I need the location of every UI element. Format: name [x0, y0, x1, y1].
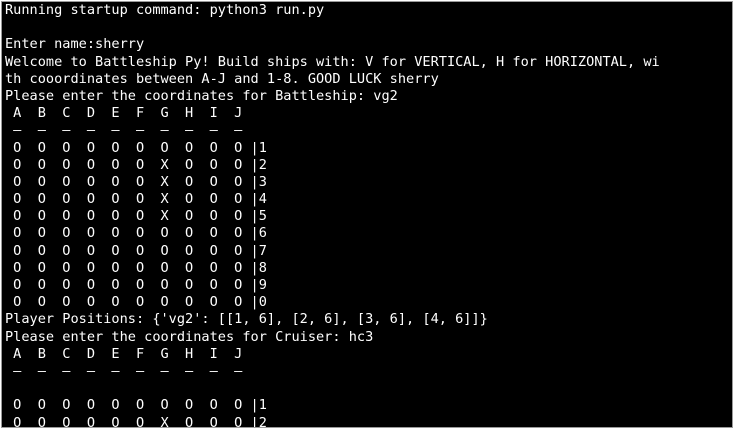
terminal-window[interactable]: Running startup command: python3 run.py E… — [1, 1, 733, 428]
name-prompt-line: Enter name:sherry — [5, 36, 145, 53]
player-positions-line: Player Positions: {'vg2': [[1, 6], [2, 6… — [5, 311, 488, 328]
cruiser-prompt-line: Please enter the coordinates for Cruiser… — [5, 328, 374, 345]
board-2-header-rule: — — — — — — — — — — — [5, 362, 243, 379]
board-2-column-header: A B C D E F G H I J — [5, 345, 243, 362]
board-1-row: O O O O O O O O O O |6 — [5, 225, 267, 242]
board-1-row: O O O O O O X O O O |4 — [5, 191, 267, 208]
board-2-row: O O O O O O X O O O |2 — [5, 414, 267, 428]
board-1-row: O O O O O O X O O O |3 — [5, 173, 267, 190]
board-1-row: O O O O O O O O O O |0 — [5, 294, 267, 311]
welcome-message-line: Welcome to Battleship Py! Build ships wi… — [5, 53, 660, 70]
welcome-message-continued-line: th cooordinates between A-J and 1-8. GOO… — [5, 70, 439, 87]
board-1-row: O O O O O O O O O O |9 — [5, 277, 267, 293]
battleship-prompt-line: Please enter the coordinates for Battles… — [5, 87, 398, 104]
startup-command-line: Running startup command: python3 run.py — [5, 2, 325, 18]
board-1-row: O O O O O O O O O O |8 — [5, 259, 267, 276]
board-1-row: O O O O O O X O O O |2 — [5, 156, 267, 173]
board-1-row: O O O O O O O O O O |7 — [5, 242, 267, 259]
board-2-row: O O O O O O O O O O |1 — [5, 397, 267, 414]
board-1-header-rule: — — — — — — — — — — — [5, 122, 243, 139]
board-1-row: O O O O O O X O O O |5 — [5, 208, 267, 225]
terminal-output: Running startup command: python3 run.py E… — [5, 2, 660, 428]
board-1-column-header: A B C D E F G H I J — [5, 105, 243, 122]
board-1-row: O O O O O O O O O O |1 — [5, 139, 267, 156]
